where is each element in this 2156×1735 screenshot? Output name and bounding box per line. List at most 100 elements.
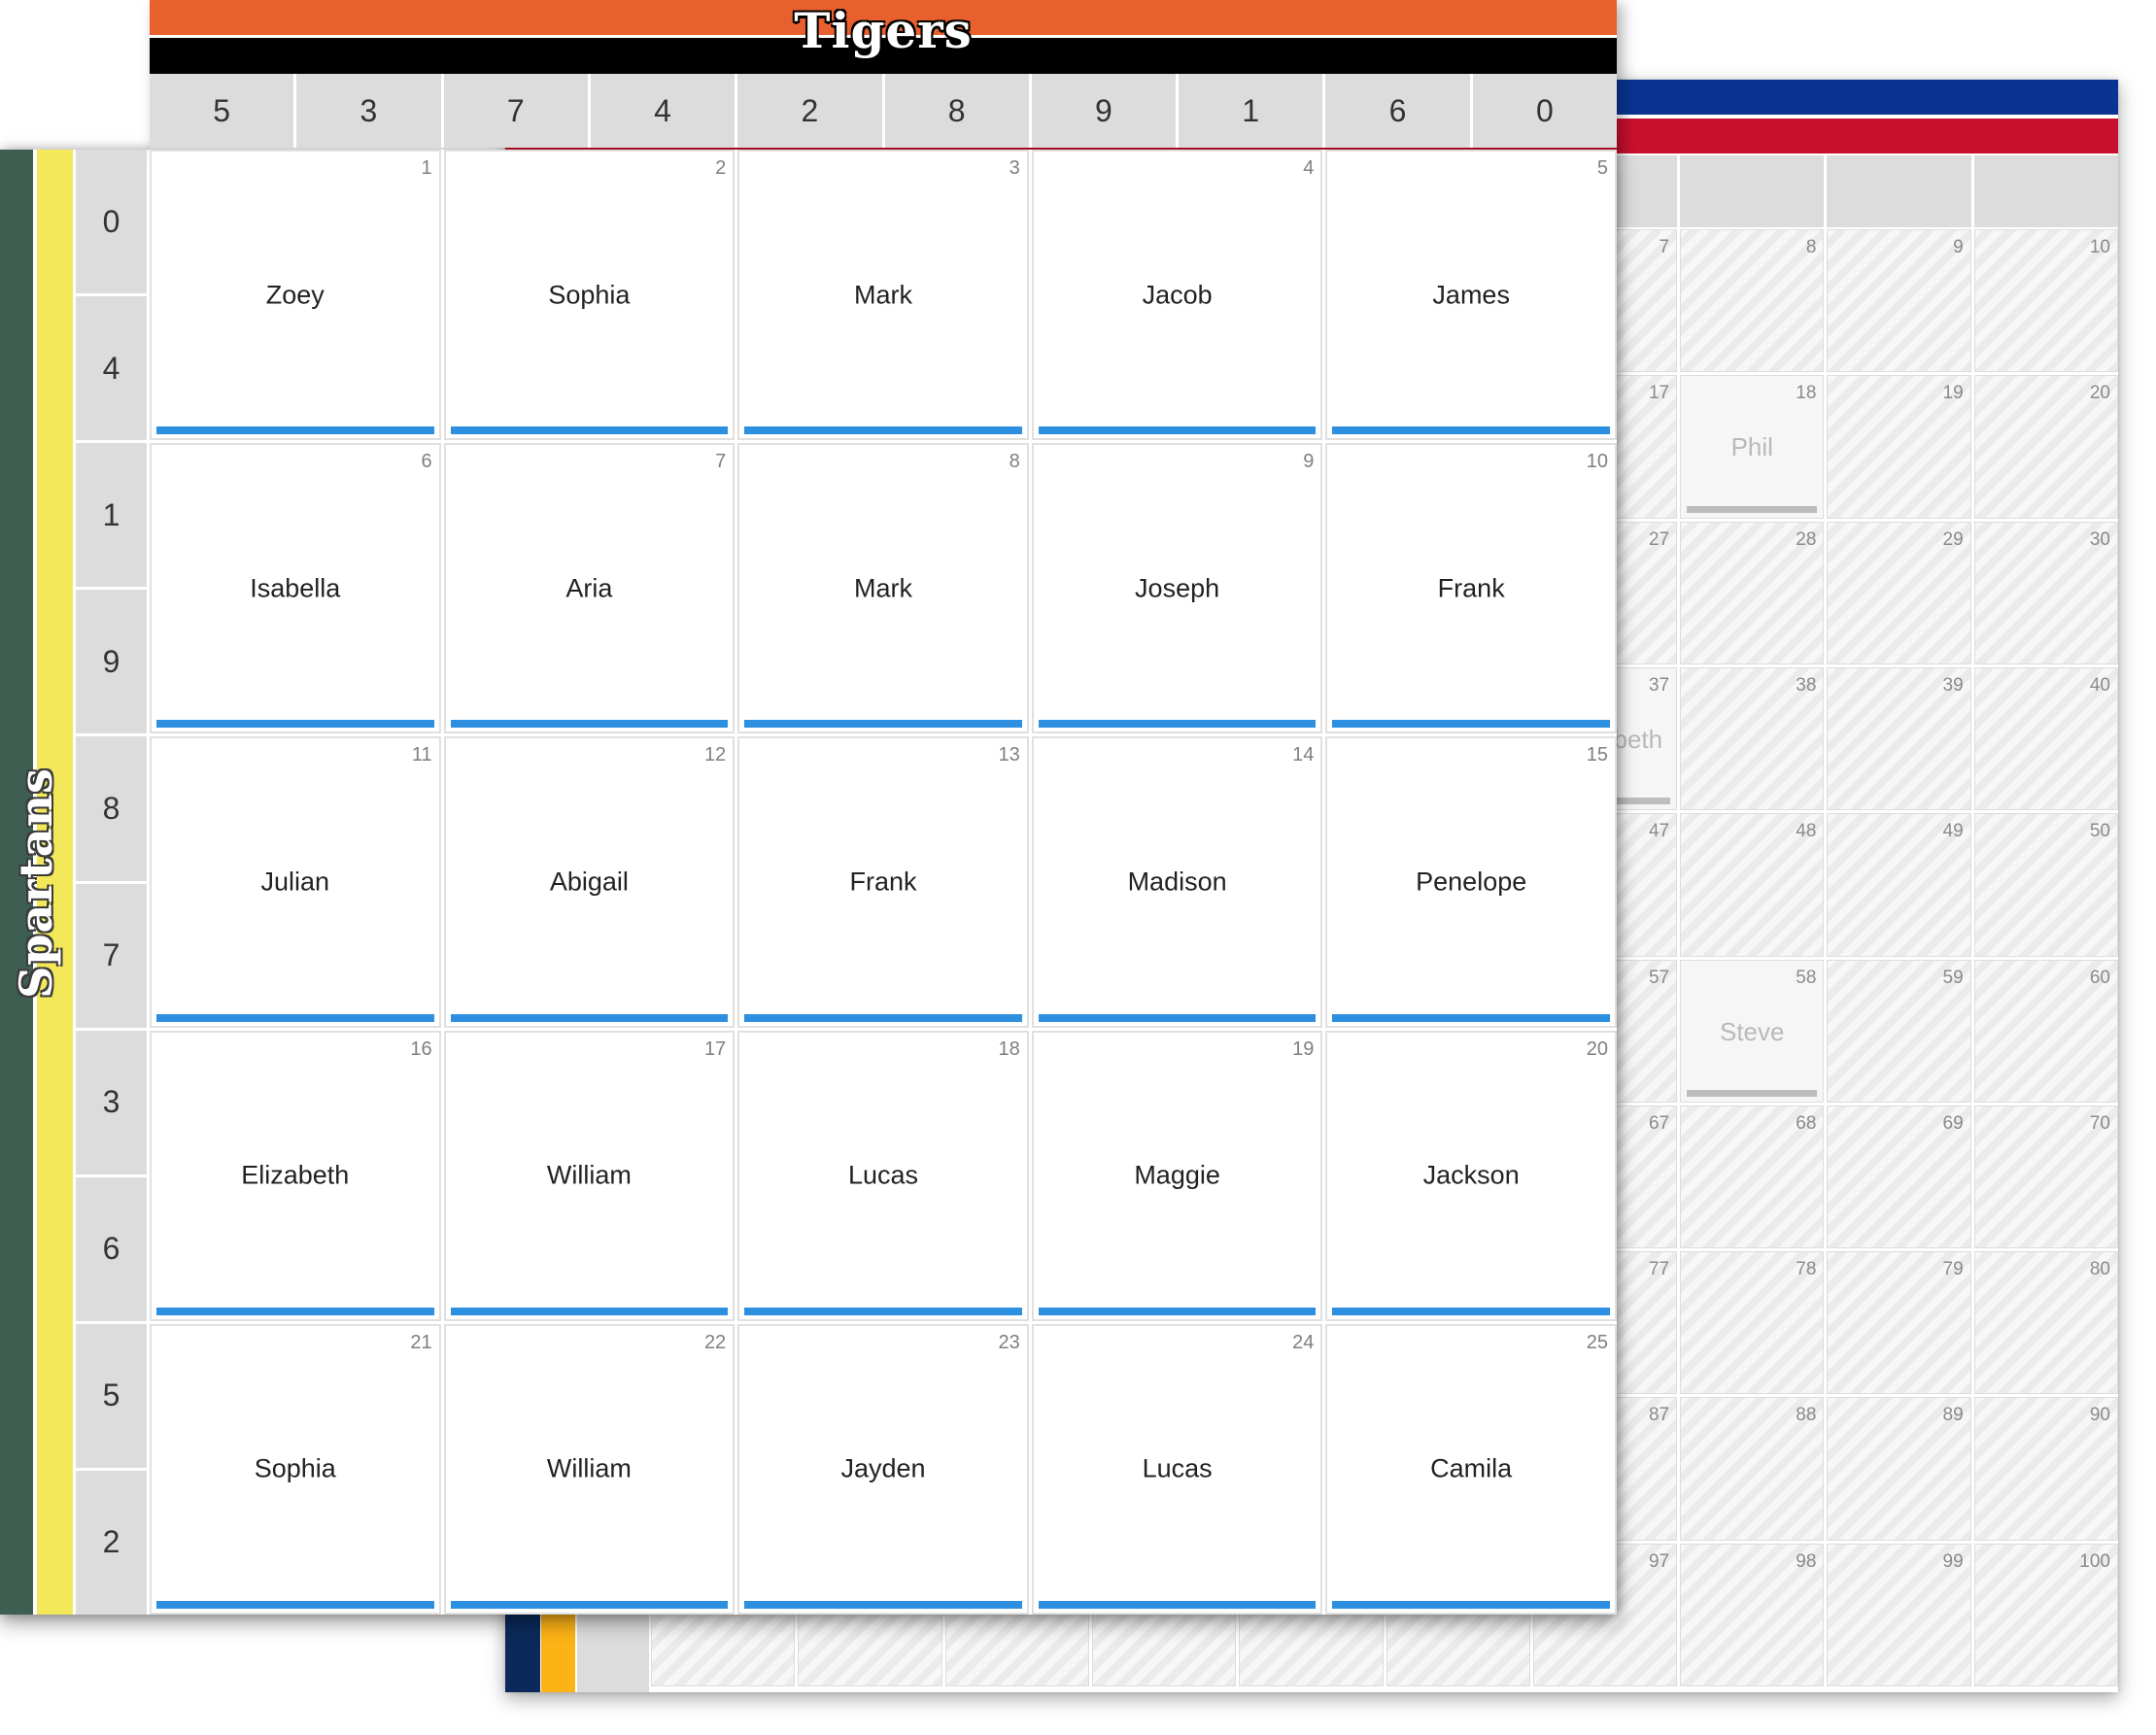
board-square[interactable]: 23 Jayden: [737, 1323, 1029, 1615]
board-square[interactable]: 16 Elizabeth: [150, 1030, 441, 1321]
back-square-number: 48: [1796, 821, 1817, 842]
square-number: 4: [1303, 157, 1315, 179]
back-board-square: 90: [1973, 1397, 2118, 1541]
back-column-digit: [1827, 155, 1971, 227]
square-number: 6: [421, 451, 432, 473]
back-side-team-band-navy: [505, 1613, 540, 1692]
back-board-square: 10: [1973, 229, 2118, 373]
board-square[interactable]: 6 Isabella: [150, 443, 441, 734]
square-number: 24: [1292, 1331, 1315, 1353]
back-board-square: 89: [1827, 1397, 1971, 1541]
back-square-number: 60: [2089, 967, 2110, 988]
board-square[interactable]: 21 Sophia: [150, 1323, 441, 1615]
square-number: 1: [421, 157, 432, 179]
board-square[interactable]: 5 James: [1325, 150, 1617, 441]
board-square[interactable]: 10 Frank: [1325, 443, 1617, 734]
board-square[interactable]: 11 Julian: [150, 736, 441, 1028]
back-square-number: 50: [2089, 821, 2110, 842]
square-owner-name: Jacob: [1142, 280, 1213, 310]
back-square-number: 70: [2089, 1112, 2110, 1134]
back-square-number: 20: [2089, 383, 2110, 404]
side-team-header: Spartans: [0, 150, 73, 1615]
board-square[interactable]: 19 Maggie: [1031, 1030, 1323, 1321]
claimed-indicator-bar: [1038, 426, 1317, 435]
back-square-number: 87: [1648, 1405, 1670, 1426]
square-number: 7: [715, 451, 727, 473]
top-team-header: Tigers: [150, 0, 1617, 74]
claimed-indicator-bar: [1038, 720, 1317, 729]
square-owner-name: Maggie: [1134, 1160, 1220, 1190]
row-digit: 9: [76, 590, 147, 734]
board-square[interactable]: 24 Lucas: [1031, 1323, 1323, 1615]
board-square[interactable]: 15 Penelope: [1325, 736, 1617, 1028]
board-square[interactable]: 18 Lucas: [737, 1030, 1029, 1321]
board-square[interactable]: 25 Camila: [1325, 1323, 1617, 1615]
board-square[interactable]: 7 Aria: [443, 443, 736, 734]
square-owner-name: Sophia: [254, 1453, 336, 1483]
board-square[interactable]: 22 William: [443, 1323, 736, 1615]
square-number: 21: [410, 1331, 432, 1353]
back-square-number: 47: [1648, 821, 1670, 842]
board-square[interactable]: 12 Abigail: [443, 736, 736, 1028]
square-owner-name: Abigail: [549, 867, 629, 897]
back-square-number: 77: [1648, 1259, 1670, 1280]
square-owner-name: Frank: [849, 867, 917, 897]
claimed-indicator-bar: [156, 1601, 434, 1609]
row-digit: 7: [76, 883, 147, 1028]
square-number: 22: [703, 1331, 727, 1353]
board-square[interactable]: 2 Sophia: [443, 150, 736, 441]
claimed-indicator-bar: [744, 426, 1022, 435]
back-board-square: 38: [1680, 666, 1825, 811]
square-owner-name: Joseph: [1135, 573, 1220, 603]
back-square-number: 67: [1648, 1112, 1670, 1134]
board-square[interactable]: 13 Frank: [737, 736, 1029, 1028]
board-square[interactable]: 20 Jackson: [1325, 1030, 1617, 1321]
column-digit: 8: [884, 74, 1029, 148]
back-square-number: 18: [1796, 383, 1817, 404]
square-number: 18: [998, 1038, 1020, 1060]
claimed-indicator-bar: [1332, 1307, 1610, 1315]
side-team-name: Spartans: [10, 767, 62, 999]
square-number: 16: [410, 1038, 432, 1060]
back-board-square: 69: [1827, 1105, 1971, 1249]
board-square[interactable]: 17 William: [443, 1030, 736, 1321]
back-board-square: 49: [1827, 813, 1971, 957]
back-claimed-indicator-bar: [1687, 1089, 1818, 1097]
square-owner-name: Mark: [853, 280, 912, 310]
board-square[interactable]: 14 Madison: [1031, 736, 1323, 1028]
back-square-number: 9: [1953, 237, 1964, 257]
square-number: 12: [703, 744, 727, 766]
back-square-number: 88: [1796, 1405, 1817, 1426]
back-board-square: 88: [1680, 1397, 1825, 1541]
back-board-square: 68: [1680, 1105, 1825, 1249]
back-board-square: 78: [1680, 1251, 1825, 1395]
column-digit: 3: [296, 74, 441, 148]
board-square[interactable]: 8 Mark: [737, 443, 1029, 734]
back-board-square: 9: [1827, 229, 1971, 373]
row-digit-column: 0419873652: [76, 150, 147, 1615]
square-number: 10: [1586, 451, 1608, 473]
back-board-square: 29: [1827, 521, 1971, 664]
back-square-number: 40: [2089, 674, 2110, 696]
back-square-number: 78: [1796, 1259, 1817, 1280]
row-digit: 5: [76, 1323, 147, 1468]
column-digit: 2: [737, 74, 882, 148]
top-team-name: Tigers: [794, 2, 973, 59]
back-square-number: 98: [1796, 1550, 1817, 1572]
back-square-number: 7: [1659, 237, 1670, 257]
back-square-number: 59: [1942, 967, 1964, 988]
board-square[interactable]: 3 Mark: [737, 150, 1029, 441]
board-square[interactable]: 1 Zoey: [150, 150, 441, 441]
claimed-indicator-bar: [450, 720, 729, 729]
back-square-number: 28: [1796, 528, 1817, 550]
back-corner-cell: [577, 1613, 649, 1692]
column-digit: 7: [443, 74, 588, 148]
claimed-indicator-bar: [450, 1307, 729, 1315]
board-square[interactable]: 4 Jacob: [1031, 150, 1323, 441]
board-square[interactable]: 9 Joseph: [1031, 443, 1323, 734]
square-number: 19: [1292, 1038, 1315, 1060]
claimed-indicator-bar: [1038, 1013, 1317, 1022]
back-square-owner-name: beth: [1613, 724, 1663, 754]
square-number: 5: [1596, 157, 1608, 179]
square-owner-name: Madison: [1127, 867, 1227, 897]
